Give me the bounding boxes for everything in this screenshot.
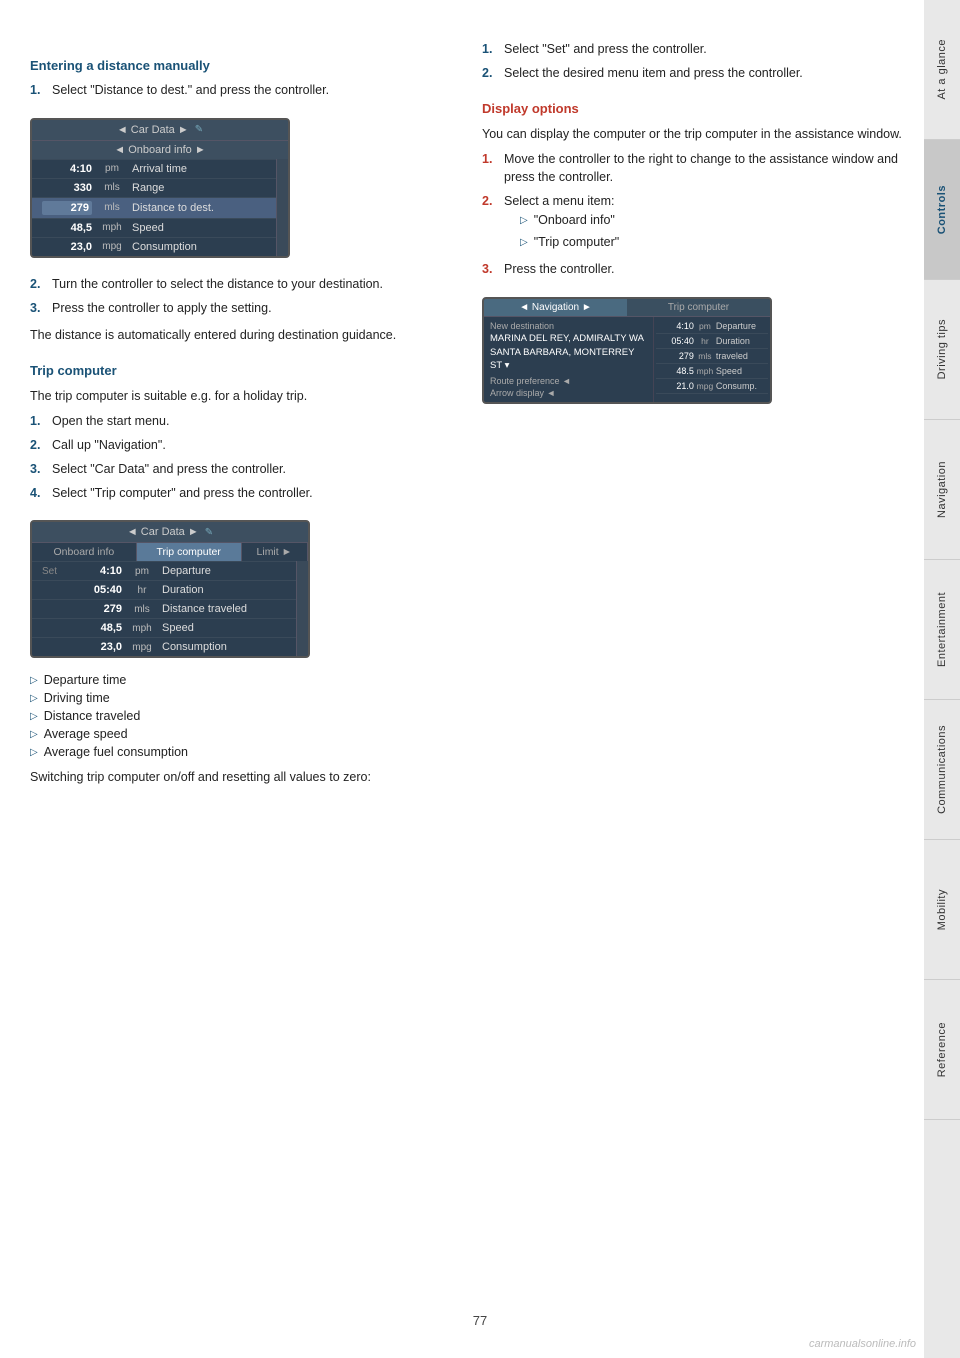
screen2-tabs: Onboard info Trip computer Limit ► bbox=[32, 542, 308, 561]
watermark: carmanualsonline.info bbox=[809, 1338, 916, 1350]
screen1-subheader: ◄ Onboard info ► bbox=[32, 140, 288, 159]
trip-footer: Switching trip computer on/off and reset… bbox=[30, 767, 452, 787]
nav-data-row-2: 279 mls traveled bbox=[656, 349, 768, 364]
screen2-tab-2[interactable]: Limit ► bbox=[242, 543, 308, 561]
left-column: Entering a distance manually 1. Select "… bbox=[30, 40, 452, 793]
display-steps: 1. Move the controller to the right to c… bbox=[482, 150, 904, 280]
nav-data-row-3: 48.5 mph Speed bbox=[656, 364, 768, 379]
list-item: Distance traveled bbox=[30, 709, 452, 723]
right-column: 1. Select "Set" and press the controller… bbox=[482, 40, 904, 793]
section-heading-distance: Entering a distance manually bbox=[30, 58, 452, 73]
display-intro: You can display the computer or the trip… bbox=[482, 124, 904, 144]
list-item: 3. Press the controller to apply the set… bbox=[30, 299, 452, 318]
screen2-row-3: 48,5 mph Speed bbox=[32, 618, 296, 637]
list-item: 2. Call up "Navigation". bbox=[30, 436, 452, 455]
screen2-tab-1[interactable]: Trip computer bbox=[137, 543, 242, 561]
nav-data-row-1: 05:40 hr Duration bbox=[656, 334, 768, 349]
tab-navigation[interactable]: Navigation bbox=[924, 420, 960, 560]
tab-entertainment[interactable]: Entertainment bbox=[924, 560, 960, 700]
cont-steps: 1. Select "Set" and press the controller… bbox=[482, 40, 904, 83]
tab-controls[interactable]: Controls bbox=[924, 140, 960, 280]
list-item: 3. Select "Car Data" and press the contr… bbox=[30, 460, 452, 479]
list-item: Average fuel consumption bbox=[30, 745, 452, 759]
screen2-row-2: 279 mls Distance traveled bbox=[32, 599, 296, 618]
nav-dest-name-1: SANTA BARBARA, MONTERREY ST ▾ bbox=[490, 347, 647, 372]
list-item: 4. Select "Trip computer" and press the … bbox=[30, 484, 452, 503]
page-number: 77 bbox=[473, 1313, 487, 1328]
distance-steps: 1. Select "Distance to dest." and press … bbox=[30, 81, 452, 100]
list-item: Average speed bbox=[30, 727, 452, 741]
list-item: 2. Turn the controller to select the dis… bbox=[30, 275, 452, 294]
nav-data-row-4: 21.0 mpg Consump. bbox=[656, 379, 768, 394]
section-heading-display: Display options bbox=[482, 101, 904, 116]
list-item: 1. Move the controller to the right to c… bbox=[482, 150, 904, 188]
screen2-row-1: 05:40 hr Duration bbox=[32, 580, 296, 599]
list-item: 1. Select "Set" and press the controller… bbox=[482, 40, 904, 59]
main-content: Entering a distance manually 1. Select "… bbox=[0, 0, 924, 1358]
nav-screen-header: ◄ Navigation ► Trip computer bbox=[484, 299, 770, 317]
list-item: 1. Select "Distance to dest." and press … bbox=[30, 81, 452, 100]
nav-dest-title: New destination bbox=[490, 321, 647, 331]
tab-mobility[interactable]: Mobility bbox=[924, 840, 960, 980]
screen1-header: ◄ Car Data ► ✎ bbox=[32, 120, 288, 140]
nav-tab-navigation[interactable]: ◄ Navigation ► bbox=[484, 299, 627, 316]
tab-communications[interactable]: Communications bbox=[924, 700, 960, 840]
tab-bar: At a glance Controls Driving tips Naviga… bbox=[924, 0, 960, 1358]
screen1-row-2: 279 mls Distance to dest. bbox=[32, 197, 276, 218]
car-data-screen-1: ◄ Car Data ► ✎ ◄ Onboard info ► 4:10 pm … bbox=[30, 108, 290, 270]
nav-tab-trip[interactable]: Trip computer bbox=[627, 299, 770, 316]
list-item: Departure time bbox=[30, 673, 452, 687]
list-item: 3. Press the controller. bbox=[482, 260, 904, 279]
list-item: 2. Select a menu item: "Onboard info" "T… bbox=[482, 192, 904, 255]
nav-screen: ◄ Navigation ► Trip computer New destina… bbox=[482, 287, 772, 414]
list-item: "Onboard info" bbox=[520, 211, 619, 230]
distance-note: The distance is automatically entered du… bbox=[30, 325, 452, 345]
list-item: Driving time bbox=[30, 691, 452, 705]
trip-bullets: Departure time Driving time Distance tra… bbox=[30, 673, 452, 759]
screen1-row-0: 4:10 pm Arrival time bbox=[32, 159, 276, 178]
screen2-tab-0[interactable]: Onboard info bbox=[32, 543, 137, 561]
list-item: "Trip computer" bbox=[520, 233, 619, 252]
screen2-header: ◄ Car Data ► ✎ bbox=[32, 522, 308, 542]
nav-data-row-0: 4:10 pm Departure bbox=[656, 319, 768, 334]
nav-arrow: Arrow display ◄ bbox=[490, 388, 647, 398]
tab-reference[interactable]: Reference bbox=[924, 980, 960, 1120]
screen2-row-4: 23,0 mpg Consumption bbox=[32, 637, 296, 656]
nav-route: Route preference ◄ bbox=[490, 376, 647, 386]
list-item: 1. Open the start menu. bbox=[30, 412, 452, 431]
trip-steps: 1. Open the start menu. 2. Call up "Navi… bbox=[30, 412, 452, 502]
list-item: 2. Select the desired menu item and pres… bbox=[482, 64, 904, 83]
tab-at-a-glance[interactable]: At a glance bbox=[924, 0, 960, 140]
screen1-row-4: 23,0 mpg Consumption bbox=[32, 237, 276, 256]
car-data-screen-2: ◄ Car Data ► ✎ Onboard info Trip compute… bbox=[30, 510, 310, 670]
trip-intro: The trip computer is suitable e.g. for a… bbox=[30, 386, 452, 406]
distance-steps-23: 2. Turn the controller to select the dis… bbox=[30, 275, 452, 318]
screen2-row-0: Set 4:10 pm Departure bbox=[32, 561, 296, 580]
tab-driving-tips[interactable]: Driving tips bbox=[924, 280, 960, 420]
nav-dest-name-0: MARINA DEL REY, ADMIRALTY WA bbox=[490, 333, 647, 345]
display-sub-bullets: "Onboard info" "Trip computer" bbox=[504, 211, 619, 252]
section-heading-trip: Trip computer bbox=[30, 363, 452, 378]
screen1-row-3: 48,5 mph Speed bbox=[32, 218, 276, 237]
screen1-row-1: 330 mls Range bbox=[32, 178, 276, 197]
